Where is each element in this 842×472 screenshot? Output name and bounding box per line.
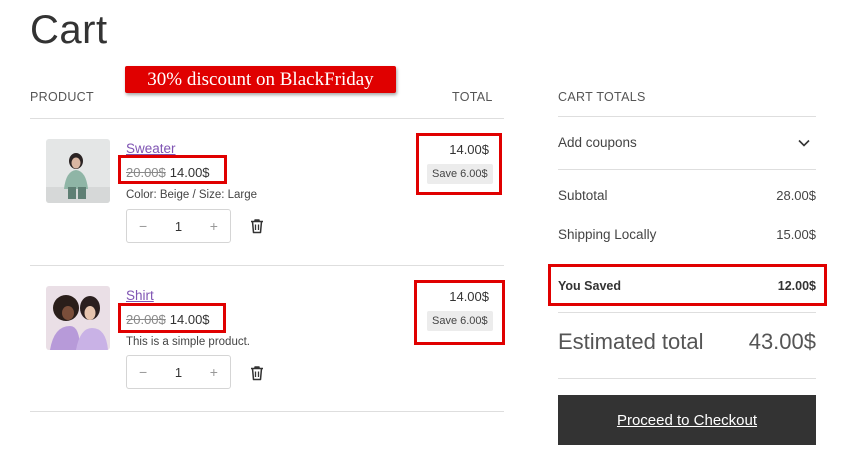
quantity-value[interactable]: 1 [175, 365, 182, 380]
row-divider [30, 265, 504, 266]
increase-quantity-button[interactable]: + [210, 218, 218, 234]
shipping-value: 15.00$ [776, 227, 816, 242]
estimated-total-value: 43.00$ [748, 329, 816, 354]
shirt-product-link[interactable]: Shirt [126, 288, 154, 303]
total-highlight-box [414, 280, 505, 345]
totals-divider [558, 378, 816, 379]
totals-divider [558, 169, 816, 170]
promo-banner: 30% discount on BlackFriday [125, 66, 396, 93]
shipping-label: Shipping Locally [558, 227, 657, 242]
trash-icon [251, 219, 263, 234]
add-coupons-toggle[interactable]: Add coupons [558, 130, 816, 156]
decrease-quantity-button[interactable]: − [139, 364, 147, 380]
cart-totals-header: CART TOTALS [558, 90, 646, 104]
sweater-product-image[interactable] [46, 139, 110, 203]
remove-sweater-button[interactable] [248, 217, 266, 240]
total-column-header: TOTAL [452, 90, 493, 104]
totals-divider [558, 312, 816, 313]
shirt-description: This is a simple product. [126, 336, 250, 348]
quantity-value[interactable]: 1 [175, 219, 182, 234]
sweater-quantity-stepper[interactable]: − 1 + [126, 209, 231, 243]
total-highlight-box [416, 133, 502, 195]
saved-highlight-box [548, 264, 827, 306]
add-coupons-label: Add coupons [558, 135, 637, 150]
proceed-to-checkout-button[interactable]: Proceed to Checkout [558, 395, 816, 445]
increase-quantity-button[interactable]: + [210, 364, 218, 380]
totals-divider [558, 116, 816, 117]
price-highlight-box [118, 155, 227, 184]
remove-shirt-button[interactable] [248, 364, 266, 387]
subtotal-value: 28.00$ [776, 188, 816, 203]
product-column-header: PRODUCT [30, 90, 94, 104]
subtotal-label: Subtotal [558, 188, 608, 203]
chevron-down-icon [798, 139, 810, 147]
decrease-quantity-button[interactable]: − [139, 218, 147, 234]
shirt-quantity-stepper[interactable]: − 1 + [126, 355, 231, 389]
shirt-product-image[interactable] [46, 286, 110, 350]
page-title: Cart [30, 8, 108, 52]
trash-icon [251, 366, 263, 381]
price-highlight-box [118, 303, 226, 333]
row-divider [30, 411, 504, 412]
sweater-product-link[interactable]: Sweater [126, 141, 176, 156]
sweater-variation: Color: Beige / Size: Large [126, 189, 258, 201]
table-header-divider [30, 118, 504, 119]
estimated-total-label: Estimated total [558, 329, 704, 354]
